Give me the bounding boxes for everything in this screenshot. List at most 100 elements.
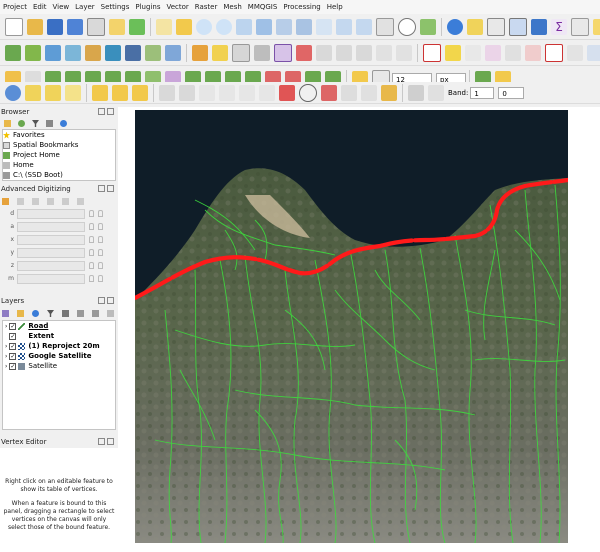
browser-item-project-home[interactable]: Project Home — [3, 150, 115, 160]
layer-row-road[interactable]: › ✓ Road — [3, 321, 115, 331]
repeat-lock-icon[interactable] — [98, 210, 103, 217]
repeat-lock-icon[interactable] — [98, 249, 103, 256]
layer-style-icon[interactable] — [2, 310, 9, 317]
georeferencer-icon[interactable] — [361, 84, 377, 101]
pencil-icon[interactable] — [381, 84, 397, 101]
lock-icon[interactable] — [89, 262, 94, 269]
browser-item-home[interactable]: Home — [3, 160, 115, 170]
add-point-icon[interactable] — [279, 84, 295, 101]
expand-arrow-icon[interactable]: › — [5, 353, 7, 360]
new-map-view-icon[interactable] — [376, 17, 394, 36]
open-project-icon[interactable] — [27, 18, 43, 35]
sum-icon[interactable]: Σ — [551, 18, 567, 35]
show-hide-labels-icon[interactable] — [567, 44, 583, 61]
toggle-editing-icon[interactable] — [212, 44, 228, 61]
menu-raster[interactable]: Raster — [192, 3, 221, 11]
layer-visibility-checkbox[interactable]: ✓ — [9, 332, 17, 340]
lock-icon[interactable] — [89, 236, 94, 243]
field-calculator-icon[interactable] — [509, 17, 527, 36]
zoom-rubberband-icon[interactable] — [236, 18, 252, 35]
bookmark-add-icon[interactable] — [259, 84, 275, 101]
measure-area-icon[interactable] — [219, 84, 235, 101]
close-panel-icon[interactable] — [107, 108, 114, 115]
parallel-icon[interactable] — [32, 197, 39, 205]
locate-icon[interactable] — [299, 83, 317, 102]
add-folder-icon[interactable] — [4, 120, 11, 127]
lock-icon[interactable] — [89, 223, 94, 230]
layer-styling-icon[interactable] — [159, 84, 175, 101]
float-panel-icon[interactable] — [98, 438, 105, 445]
move-label-icon[interactable] — [505, 44, 521, 61]
select-all-icon[interactable] — [112, 84, 128, 101]
map-canvas[interactable] — [135, 110, 568, 543]
vector-info-icon[interactable] — [179, 84, 195, 101]
map-tips-icon[interactable] — [593, 18, 600, 35]
repeat-lock-icon[interactable] — [98, 236, 103, 243]
layer-visibility-checkbox[interactable]: ✓ — [9, 322, 17, 330]
browser-item-favorites[interactable]: Favorites — [3, 130, 115, 140]
label-properties-icon[interactable] — [445, 44, 461, 61]
add-postgis-icon[interactable] — [125, 44, 141, 61]
x-coordinate-input[interactable] — [17, 234, 85, 245]
zoom-native-icon[interactable] — [316, 18, 332, 35]
expand-arrow-icon[interactable]: › — [5, 323, 7, 330]
band-max-spinbox[interactable]: 0 — [498, 86, 525, 99]
menu-layer[interactable]: Layer — [72, 3, 98, 11]
rotate-label-icon[interactable] — [525, 44, 541, 61]
snap-angles-icon[interactable] — [62, 197, 69, 205]
repeat-lock-icon[interactable] — [98, 275, 103, 282]
pan-map-icon[interactable] — [156, 18, 172, 35]
zoom-in-icon[interactable] — [196, 18, 212, 35]
perpendicular-icon[interactable] — [47, 197, 54, 205]
digitize-icon[interactable] — [254, 44, 270, 61]
manage-map-themes-icon[interactable] — [32, 310, 39, 317]
float-panel-icon[interactable] — [98, 108, 105, 115]
y-coordinate-input[interactable] — [17, 247, 85, 258]
menu-vector[interactable]: Vector — [163, 3, 191, 11]
m-value-input[interactable] — [17, 273, 85, 284]
undo-icon[interactable] — [376, 44, 392, 61]
enable-cad-icon[interactable] — [2, 197, 9, 205]
new-project-icon[interactable] — [5, 17, 23, 36]
save-project-icon[interactable] — [47, 18, 63, 35]
remove-layer-icon[interactable] — [107, 310, 114, 317]
floater-icon[interactable] — [77, 197, 84, 205]
layer-row-google-satellite[interactable]: › ✓ Google Satellite — [3, 351, 115, 361]
repeat-lock-icon[interactable] — [98, 262, 103, 269]
geometry-checker-icon[interactable] — [341, 84, 357, 101]
layer-row-extent[interactable]: › ✓ Extent — [3, 331, 115, 341]
select-by-value-icon[interactable] — [45, 84, 61, 101]
filter-browser-icon[interactable] — [32, 120, 39, 127]
float-panel-icon[interactable] — [98, 297, 105, 304]
layer-visibility-checkbox[interactable]: ✓ — [9, 352, 17, 360]
collapse-all-icon[interactable] — [92, 310, 99, 317]
lock-icon[interactable] — [89, 210, 94, 217]
deselect-all-icon[interactable] — [65, 84, 81, 101]
gps-icon[interactable] — [321, 84, 337, 101]
zoom-next-icon[interactable] — [356, 18, 372, 35]
add-spatialite-icon[interactable] — [105, 44, 121, 61]
attribute-table-icon[interactable] — [487, 17, 505, 36]
raster-transparency-icon[interactable] — [428, 84, 444, 101]
zoom-last-icon[interactable] — [336, 18, 352, 35]
add-virtual-layer-icon[interactable] — [145, 44, 161, 61]
filter-legend-icon[interactable] — [47, 310, 54, 317]
close-panel-icon[interactable] — [107, 297, 114, 304]
identify-features-icon[interactable] — [5, 84, 21, 101]
raster-pick-icon[interactable] — [408, 84, 424, 101]
zoom-full-icon[interactable] — [256, 18, 272, 35]
select-features-icon[interactable] — [467, 18, 483, 35]
band-select[interactable]: 1 — [470, 86, 495, 99]
pin-label-icon[interactable] — [465, 44, 481, 61]
close-panel-icon[interactable] — [107, 185, 114, 192]
diagram-icon[interactable] — [587, 44, 600, 61]
measure-line-icon[interactable] — [571, 17, 589, 36]
angle-input[interactable] — [17, 221, 85, 232]
lock-icon[interactable] — [89, 249, 94, 256]
change-label-icon[interactable] — [545, 43, 563, 62]
browser-item-spatial-bookmarks[interactable]: Spatial Bookmarks — [3, 140, 115, 150]
menu-mesh[interactable]: Mesh — [220, 3, 244, 11]
expand-arrow-icon[interactable]: › — [5, 363, 7, 370]
menu-settings[interactable]: Settings — [98, 3, 133, 11]
menu-project[interactable]: Project — [0, 3, 30, 11]
